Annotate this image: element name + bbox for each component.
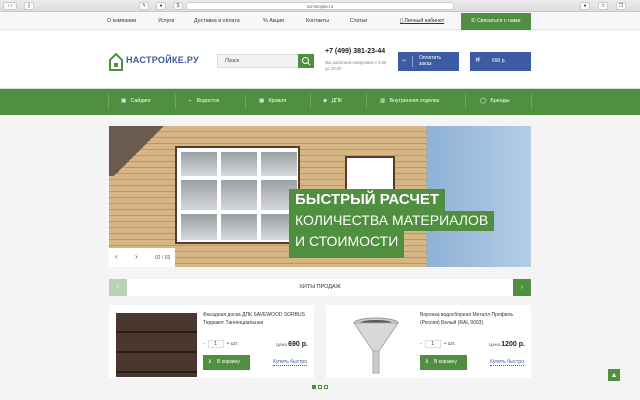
download-icon[interactable]: ● [580,2,590,10]
grid-icon: ▦ [259,98,265,104]
siding-icon: ▦ [121,98,127,104]
url-bar[interactable]: na-stroyke.ru [186,2,454,10]
product-image[interactable] [346,315,406,375]
catnav-roofing[interactable]: ▦ Кровля [259,88,286,115]
house-logo-icon [109,52,123,71]
product-title[interactable]: Фасадная доска ДПК SAVEWOOD SORBUS Терра… [203,311,311,327]
product-card: Фасадная доска ДПК SAVEWOOD SORBUS Терра… [109,305,314,378]
phone-icon: ✆ [471,18,476,24]
next-slide-icon[interactable]: › [135,252,138,261]
catnav-drainage[interactable]: ⌐ Водосток [189,88,219,115]
quick-buy-link[interactable]: Купить быстро [489,359,524,366]
panel-icon: ▥ [380,98,386,104]
cart-icon: ⊻ [208,359,212,365]
privacy-icon[interactable]: ● [156,2,166,10]
hits-next-button[interactable]: › [513,279,531,296]
sidebar-icon[interactable]: ▯ [24,2,34,10]
cart-button[interactable]: 🛒︎ 690 р. [470,52,531,71]
drainpipe-icon: ⌐ [189,98,193,104]
cart-icon: ⊻ [425,359,429,365]
search-icon [302,57,311,66]
product-title[interactable]: Воронка водосборная Металл Профиль (Росс… [420,311,528,327]
banner-headline: БЫСТРЫЙ РАСЧЕТ [289,189,446,211]
product-price: Цена 690 р. [276,341,308,348]
topnav-services[interactable]: Услуги [158,12,174,30]
search-button[interactable] [298,54,314,68]
account-link[interactable]: ▯ Личный кабинет [400,12,444,30]
pager-dot-active[interactable] [312,385,316,389]
extension-icon[interactable]: $ [173,2,183,10]
topnav-contacts[interactable]: Контакты [306,12,329,30]
plus-button[interactable]: + [444,341,447,347]
minus-button[interactable]: - [420,341,422,347]
add-to-cart-button[interactable]: ⊻ В корзину [420,355,467,370]
contact-button[interactable]: ✆ Связаться с нами [461,13,531,30]
pay-icon: ⇨ [402,58,407,64]
slide-counter: 02 / 03 [155,255,171,261]
prev-slide-icon[interactable]: ‹ [115,252,118,261]
catnav-interior[interactable]: ▥ Внутренняя отделка [380,88,439,115]
search-input[interactable]: Поиск [217,54,299,68]
percent-icon: % [263,18,268,24]
hits-title: ХИТЫ ПРОДАЖ [299,284,341,290]
topnav-promo[interactable]: % Акции [263,12,284,30]
topnav-delivery[interactable]: Доставка и оплата [194,12,240,30]
pager-dot[interactable] [324,385,328,389]
user-icon: ▯ [400,18,403,24]
back-forward-icon[interactable]: ‹ › [3,2,17,10]
slider-controls: ‹ › 02 / 03 [109,248,175,267]
minus-button[interactable]: - [203,341,205,347]
product-card: Воронка водосборная Металл Профиль (Росс… [326,305,531,378]
banner-subline: КОЛИЧЕСТВА МАТЕРИАЛОВ [289,211,495,231]
share-icon[interactable]: ↰ [139,2,149,10]
catnav-siding[interactable]: ▦ Сайдинг [121,88,151,115]
catnav-brands[interactable]: ◯ Бренды [480,88,510,115]
hits-prev-button[interactable]: ‹ [109,279,127,296]
pay-order-button[interactable]: ⇨ Оплатить заказ [398,52,459,71]
topnav-articles[interactable]: Статьи [350,12,367,30]
pager-dot[interactable] [318,385,322,389]
banner-subline-2: И СТОИМОСТИ [289,231,405,258]
quick-buy-link[interactable]: Купить быстро [272,359,307,366]
add-to-cart-button[interactable]: ⊻ В корзину [203,355,250,370]
working-hours: Мы работаем ежедневно с 9.00 до 20.00 [325,60,387,71]
plus-button[interactable]: + [227,341,230,347]
header [0,31,640,88]
quantity-stepper[interactable]: -1 + шт. [420,340,455,348]
shield-icon: ◯ [480,98,486,104]
topnav-about[interactable]: О компании [107,12,136,30]
scroll-to-top-button[interactable]: ▲ [608,369,620,381]
boards-icon: ◈ [323,98,328,104]
product-price: Цена 1200 р. [489,341,525,348]
share-icon[interactable]: ⇧ [598,2,608,10]
promo-banner[interactable]: БЫСТРЫЙ РАСЧЕТ КОЛИЧЕСТВА МАТЕРИАЛОВ И С… [109,126,531,267]
logo[interactable]: НАСТРОЙКЕ.РУ [108,50,208,72]
product-image[interactable] [116,313,197,377]
category-nav [0,88,640,115]
phone-number[interactable]: +7 (499) 381-23-44 [325,48,385,55]
quantity-stepper[interactable]: -1 + шт. [203,340,238,348]
catnav-wpc[interactable]: ◈ ДПК [323,88,342,115]
tabs-icon[interactable]: ❐ [616,2,626,10]
cart-icon: 🛒︎ [475,57,482,63]
